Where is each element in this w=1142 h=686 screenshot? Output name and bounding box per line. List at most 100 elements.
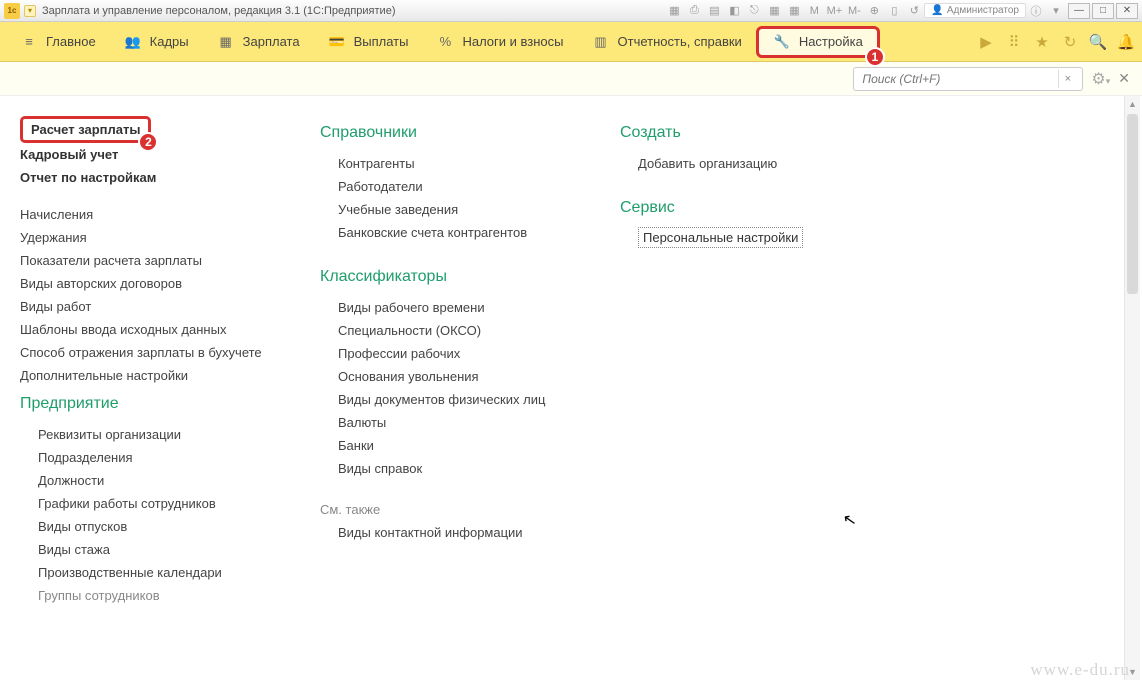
link-uchebnye[interactable]: Учебные заведения <box>320 198 600 221</box>
save-icon[interactable]: ▦ <box>665 2 683 20</box>
gear-icon[interactable]: ⚙▾ <box>1091 69 1110 89</box>
link-shablony[interactable]: Шаблоны ввода исходных данных <box>20 318 300 341</box>
window-title: Зарплата и управление персоналом, редакц… <box>42 5 395 17</box>
calendar-icon[interactable]: ▦ <box>765 2 783 20</box>
link-professii[interactable]: Профессии рабочих <box>320 342 600 365</box>
link-vidy-rab-vremeni[interactable]: Виды рабочего времени <box>320 296 600 319</box>
vertical-scrollbar[interactable]: ▲ ▼ <box>1124 96 1140 680</box>
link-rabotodateli[interactable]: Работодатели <box>320 175 600 198</box>
link-pokazateli[interactable]: Показатели расчета зарплаты <box>20 249 300 272</box>
menu-kadry-label: Кадры <box>150 34 189 49</box>
user-badge[interactable]: 👤 Администратор <box>924 3 1026 18</box>
close-button[interactable]: ✕ <box>1116 3 1138 19</box>
menu-main[interactable]: ≡ Главное <box>6 27 110 57</box>
menu-zarplata[interactable]: ▦ Зарплата <box>203 27 314 57</box>
minimize-button[interactable]: — <box>1068 3 1090 19</box>
section-sozdat[interactable]: Создать <box>620 124 900 142</box>
search-icon[interactable]: 🔍 <box>1088 32 1108 52</box>
arrow-right-icon[interactable]: ▶ <box>976 32 996 52</box>
search-clear-button[interactable]: × <box>1058 70 1076 88</box>
link-kadrovyi-uchet[interactable]: Кадровый учет <box>20 143 300 166</box>
link-vidy-avtorskih[interactable]: Виды авторских договоров <box>20 272 300 295</box>
apps-icon[interactable]: ⠿ <box>1004 32 1024 52</box>
link-vidy-stazha[interactable]: Виды стажа <box>20 538 300 561</box>
link-bank-scheta[interactable]: Банковские счета контрагентов <box>320 221 600 244</box>
link-vidy-spravok[interactable]: Виды справок <box>320 457 600 480</box>
link-valyuty[interactable]: Валюты <box>320 411 600 434</box>
calc-m-icon[interactable]: M <box>805 2 823 20</box>
doc-icon[interactable]: ▤ <box>705 2 723 20</box>
main-menu: ≡ Главное 👥 Кадры ▦ Зарплата 💳 Выплаты %… <box>0 22 1142 62</box>
link-vidy-rabot[interactable]: Виды работ <box>20 295 300 318</box>
link-proizv-kalendari[interactable]: Производственные календари <box>20 561 300 584</box>
scroll-up-icon[interactable]: ▲ <box>1125 96 1140 112</box>
link-uderzhaniya[interactable]: Удержания <box>20 226 300 249</box>
link-label: Расчет зарплаты <box>31 122 140 137</box>
bell-icon[interactable]: 🔔 <box>1116 32 1136 52</box>
search-box[interactable]: × <box>853 67 1083 91</box>
table-icon: ▦ <box>217 33 235 51</box>
link-dop-nastroiki[interactable]: Дополнительные настройки <box>20 364 300 387</box>
column-3: Создать Добавить организацию Сервис Перс… <box>620 116 920 686</box>
scroll-thumb[interactable] <box>1127 114 1138 294</box>
titlebar-dropdown-icon[interactable]: ▾ <box>24 5 36 17</box>
column-1: Расчет зарплаты 2 Кадровый учет Отчет по… <box>20 116 320 686</box>
link-rekvizity[interactable]: Реквизиты организации <box>20 423 300 446</box>
info-icon[interactable]: ⓘ <box>1027 2 1045 20</box>
link-raschet-zarplaty[interactable]: Расчет зарплаты 2 <box>20 116 151 143</box>
link-icon[interactable]: ⎋ <box>745 2 763 20</box>
search-input[interactable] <box>860 71 1058 87</box>
section-klassifikatory[interactable]: Классификаторы <box>320 268 600 286</box>
section-predpriyatie[interactable]: Предприятие <box>20 395 300 413</box>
menu-icon: ≡ <box>20 33 38 51</box>
content-area: Расчет зарплаты 2 Кадровый учет Отчет по… <box>0 96 1142 686</box>
print-icon[interactable]: ⎙ <box>685 2 703 20</box>
link-vidy-otpuskov[interactable]: Виды отпусков <box>20 515 300 538</box>
menu-nalogi[interactable]: % Налоги и взносы <box>422 27 577 57</box>
zoom-icon[interactable]: ⊕ <box>865 2 883 20</box>
menu-zarplata-label: Зарплата <box>243 34 300 49</box>
link-podrazdeleniya[interactable]: Подразделения <box>20 446 300 469</box>
compare-icon[interactable]: ◧ <box>725 2 743 20</box>
menu-nalogi-label: Налоги и взносы <box>462 34 563 49</box>
link-grafiki[interactable]: Графики работы сотрудников <box>20 492 300 515</box>
link-sposob-otrazheniya[interactable]: Способ отражения зарплаты в бухучете <box>20 341 300 364</box>
link-kontragenty[interactable]: Контрагенты <box>320 152 600 175</box>
grid-icon[interactable]: ▦ <box>785 2 803 20</box>
dropdown-icon[interactable]: ▾ <box>1047 2 1065 20</box>
link-spetsialnosti[interactable]: Специальности (ОКСО) <box>320 319 600 342</box>
user-label: Администратор <box>947 5 1019 16</box>
link-dolzhnosti[interactable]: Должности <box>20 469 300 492</box>
link-otchet-po-nastroikam[interactable]: Отчет по настройкам <box>20 166 300 189</box>
clipboard-icon[interactable]: ▯ <box>885 2 903 20</box>
maximize-button[interactable]: □ <box>1092 3 1114 19</box>
section-spravochniki[interactable]: Справочники <box>320 124 600 142</box>
calc-mminus-icon[interactable]: M- <box>845 2 863 20</box>
percent-icon: % <box>436 33 454 51</box>
menu-vyplaty-label: Выплаты <box>354 34 409 49</box>
menu-nastroika-label: Настройка <box>799 34 863 49</box>
link-vidy-dokumentov[interactable]: Виды документов физических лиц <box>320 388 600 411</box>
link-gruppy-sotrudnikov[interactable]: Группы сотрудников <box>20 584 300 607</box>
menu-nastroika[interactable]: 🔧 Настройка 1 <box>756 26 880 58</box>
menu-otchet[interactable]: ▥ Отчетность, справки <box>578 27 756 57</box>
people-icon: 👥 <box>124 33 142 51</box>
menu-vyplaty[interactable]: 💳 Выплаты <box>314 27 423 57</box>
label-see-also: См. также <box>320 498 600 521</box>
calc-mplus-icon[interactable]: M+ <box>825 2 843 20</box>
link-osnovaniya[interactable]: Основания увольнения <box>320 365 600 388</box>
user-icon: 👤 <box>931 5 943 16</box>
history-icon-2[interactable]: ↻ <box>1060 32 1080 52</box>
link-dobavit-org[interactable]: Добавить организацию <box>620 152 900 175</box>
panel-close-button[interactable]: ✕ <box>1118 70 1130 87</box>
star-icon[interactable]: ★ <box>1032 32 1052 52</box>
history-icon[interactable]: ↺ <box>905 2 923 20</box>
link-vidy-kontaktnoi[interactable]: Виды контактной информации <box>320 521 600 544</box>
menu-kadry[interactable]: 👥 Кадры <box>110 27 203 57</box>
sub-toolbar: × ⚙▾ ✕ <box>0 62 1142 96</box>
link-nachisleniya[interactable]: Начисления <box>20 203 300 226</box>
link-banki[interactable]: Банки <box>320 434 600 457</box>
watermark: www.e-du.ru <box>1030 660 1130 680</box>
link-personalnye-nastroiki[interactable]: Персональные настройки <box>638 227 803 248</box>
section-servis[interactable]: Сервис <box>620 199 900 217</box>
